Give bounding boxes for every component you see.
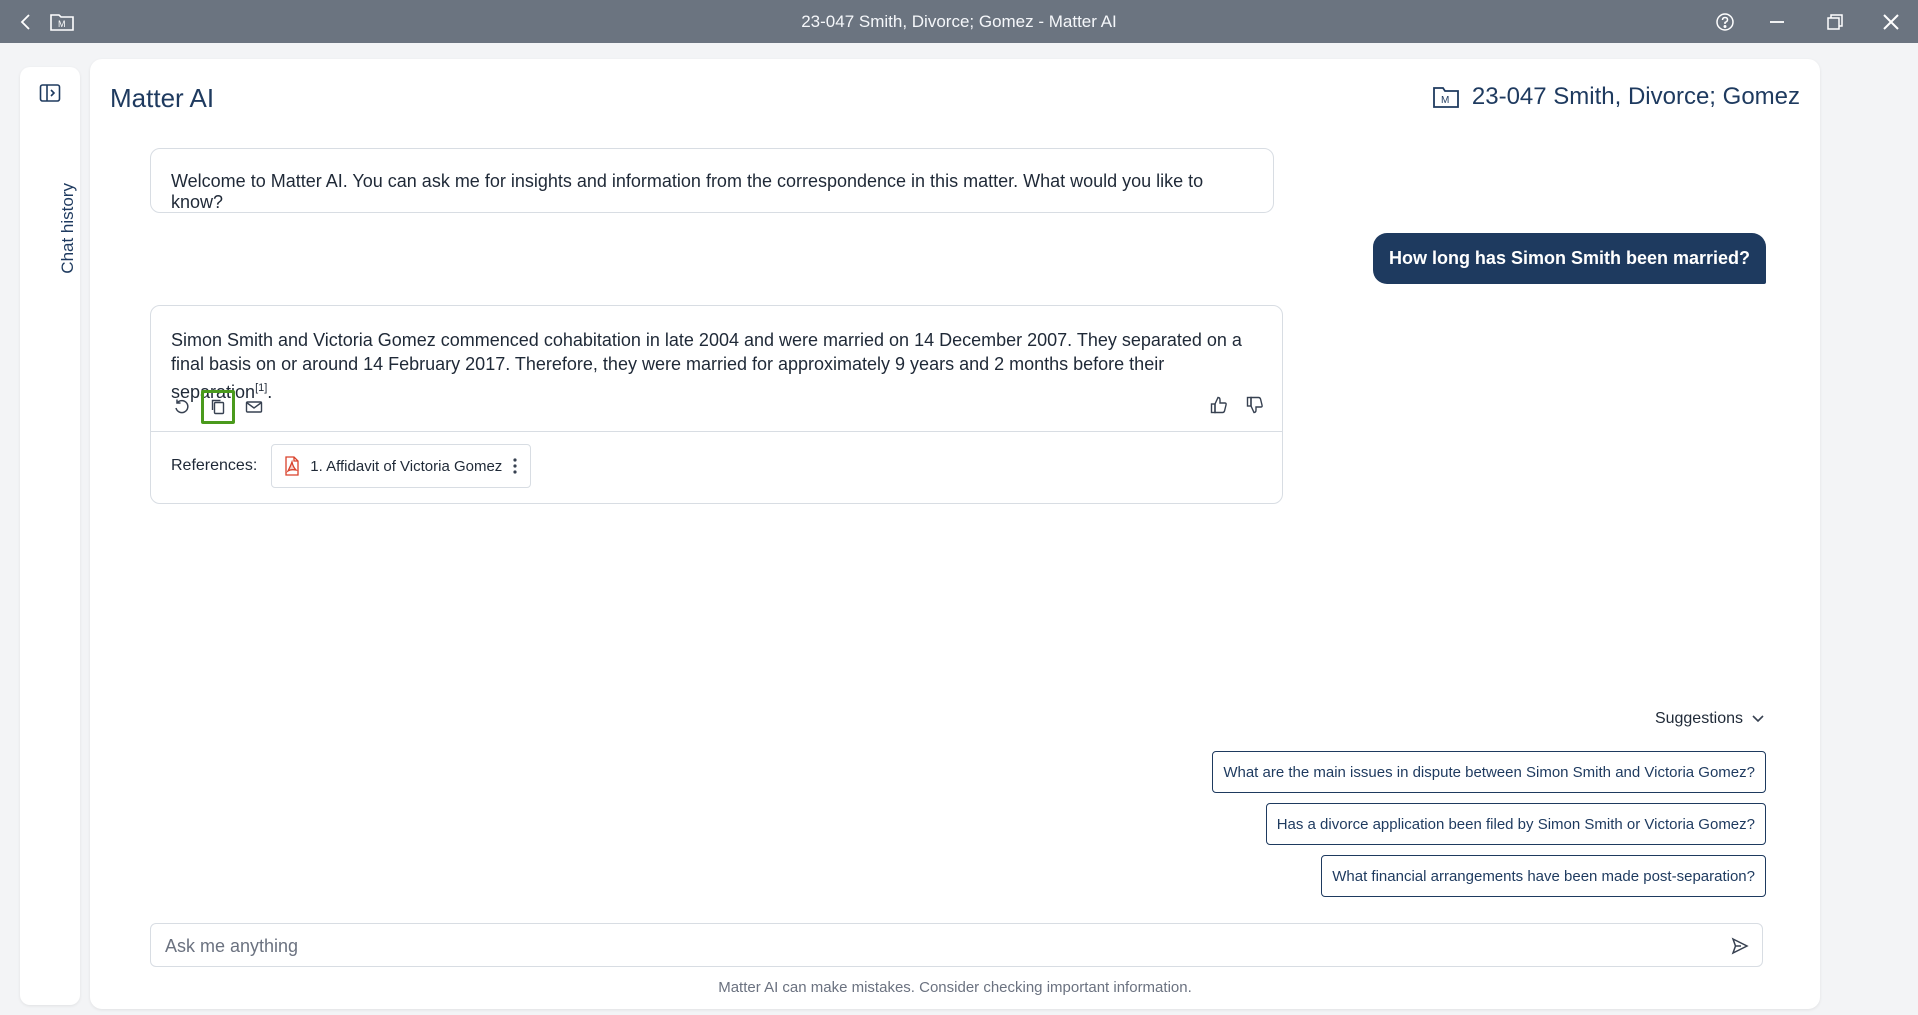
welcome-message: Welcome to Matter AI. You can ask me for… [150,148,1274,213]
restore-icon [1827,13,1843,30]
chat-input-bar [150,923,1763,967]
send-icon [1731,937,1749,955]
svg-text:M: M [1441,95,1449,106]
chat-history-sidebar: Chat history [20,67,80,1005]
minimize-icon [1770,20,1784,23]
matter-folder-icon: M [1432,87,1459,108]
close-button[interactable] [1876,6,1906,37]
answer-text: Simon Smith and Victoria Gomez commenced… [171,328,1261,404]
thumbs-up-icon [1210,396,1227,414]
email-button[interactable] [241,394,267,420]
chat-input[interactable] [165,932,1695,960]
thumbs-up-button[interactable] [1206,392,1232,418]
more-vertical-icon[interactable] [512,457,518,475]
main-panel: Matter AI M 23-047 Smith, Divorce; Gomez… [90,59,1820,1009]
answer-body: Simon Smith and Victoria Gomez commenced… [171,330,1242,402]
references: References: 1. Affidavit of Victoria Gom… [171,444,532,488]
window-titlebar: M 23-047 Smith, Divorce; Gomez - Matter … [0,0,1918,43]
suggestion-chip[interactable]: What financial arrangements have been ma… [1321,855,1766,897]
restore-button[interactable] [1820,6,1850,37]
help-button[interactable] [1712,6,1738,37]
thumbs-down-icon [1246,396,1263,414]
thumbs-down-button[interactable] [1242,392,1268,418]
window-title: 23-047 Smith, Divorce; Gomez - Matter AI [801,12,1117,31]
chevron-down-icon [1752,715,1764,723]
suggestion-chip[interactable]: What are the main issues in dispute betw… [1212,751,1766,793]
reference-title: 1. Affidavit of Victoria Gomez [310,457,503,475]
reference-chip[interactable]: 1. Affidavit of Victoria Gomez [271,444,532,488]
matter-name: 23-047 Smith, Divorce; Gomez [1471,83,1800,110]
answer-actions [169,390,267,424]
feedback-buttons [1206,392,1268,418]
help-icon [1716,12,1734,31]
minimize-button[interactable] [1762,6,1792,37]
suggestion-chip[interactable]: Has a divorce application been filed by … [1265,803,1766,845]
user-message: How long has Simon Smith been married? [1372,233,1766,284]
pdf-file-icon [285,456,299,476]
copy-icon [211,399,225,415]
panel-expand-icon [39,84,61,102]
sidebar-toggle-button[interactable] [37,80,63,106]
close-icon [1883,13,1899,30]
suggestions-toggle[interactable]: Suggestions [1655,710,1765,728]
page-title: Matter AI [110,83,215,113]
disclaimer: Matter AI can make mistakes. Consider ch… [718,979,1192,996]
suggestions-label: Suggestions [1654,710,1743,727]
refresh-icon [175,399,189,414]
mail-icon [245,401,263,413]
regenerate-button[interactable] [169,394,195,420]
assistant-answer: Simon Smith and Victoria Gomez commenced… [150,305,1283,504]
copy-button[interactable] [201,390,235,424]
references-label: References: [171,457,258,474]
matter-header: M 23-047 Smith, Divorce; Gomez [1432,83,1800,111]
answer-end: . [267,382,273,402]
chat-history-label[interactable]: Chat history [58,183,78,274]
send-button[interactable] [1728,934,1752,958]
answer-divider [151,431,1282,432]
